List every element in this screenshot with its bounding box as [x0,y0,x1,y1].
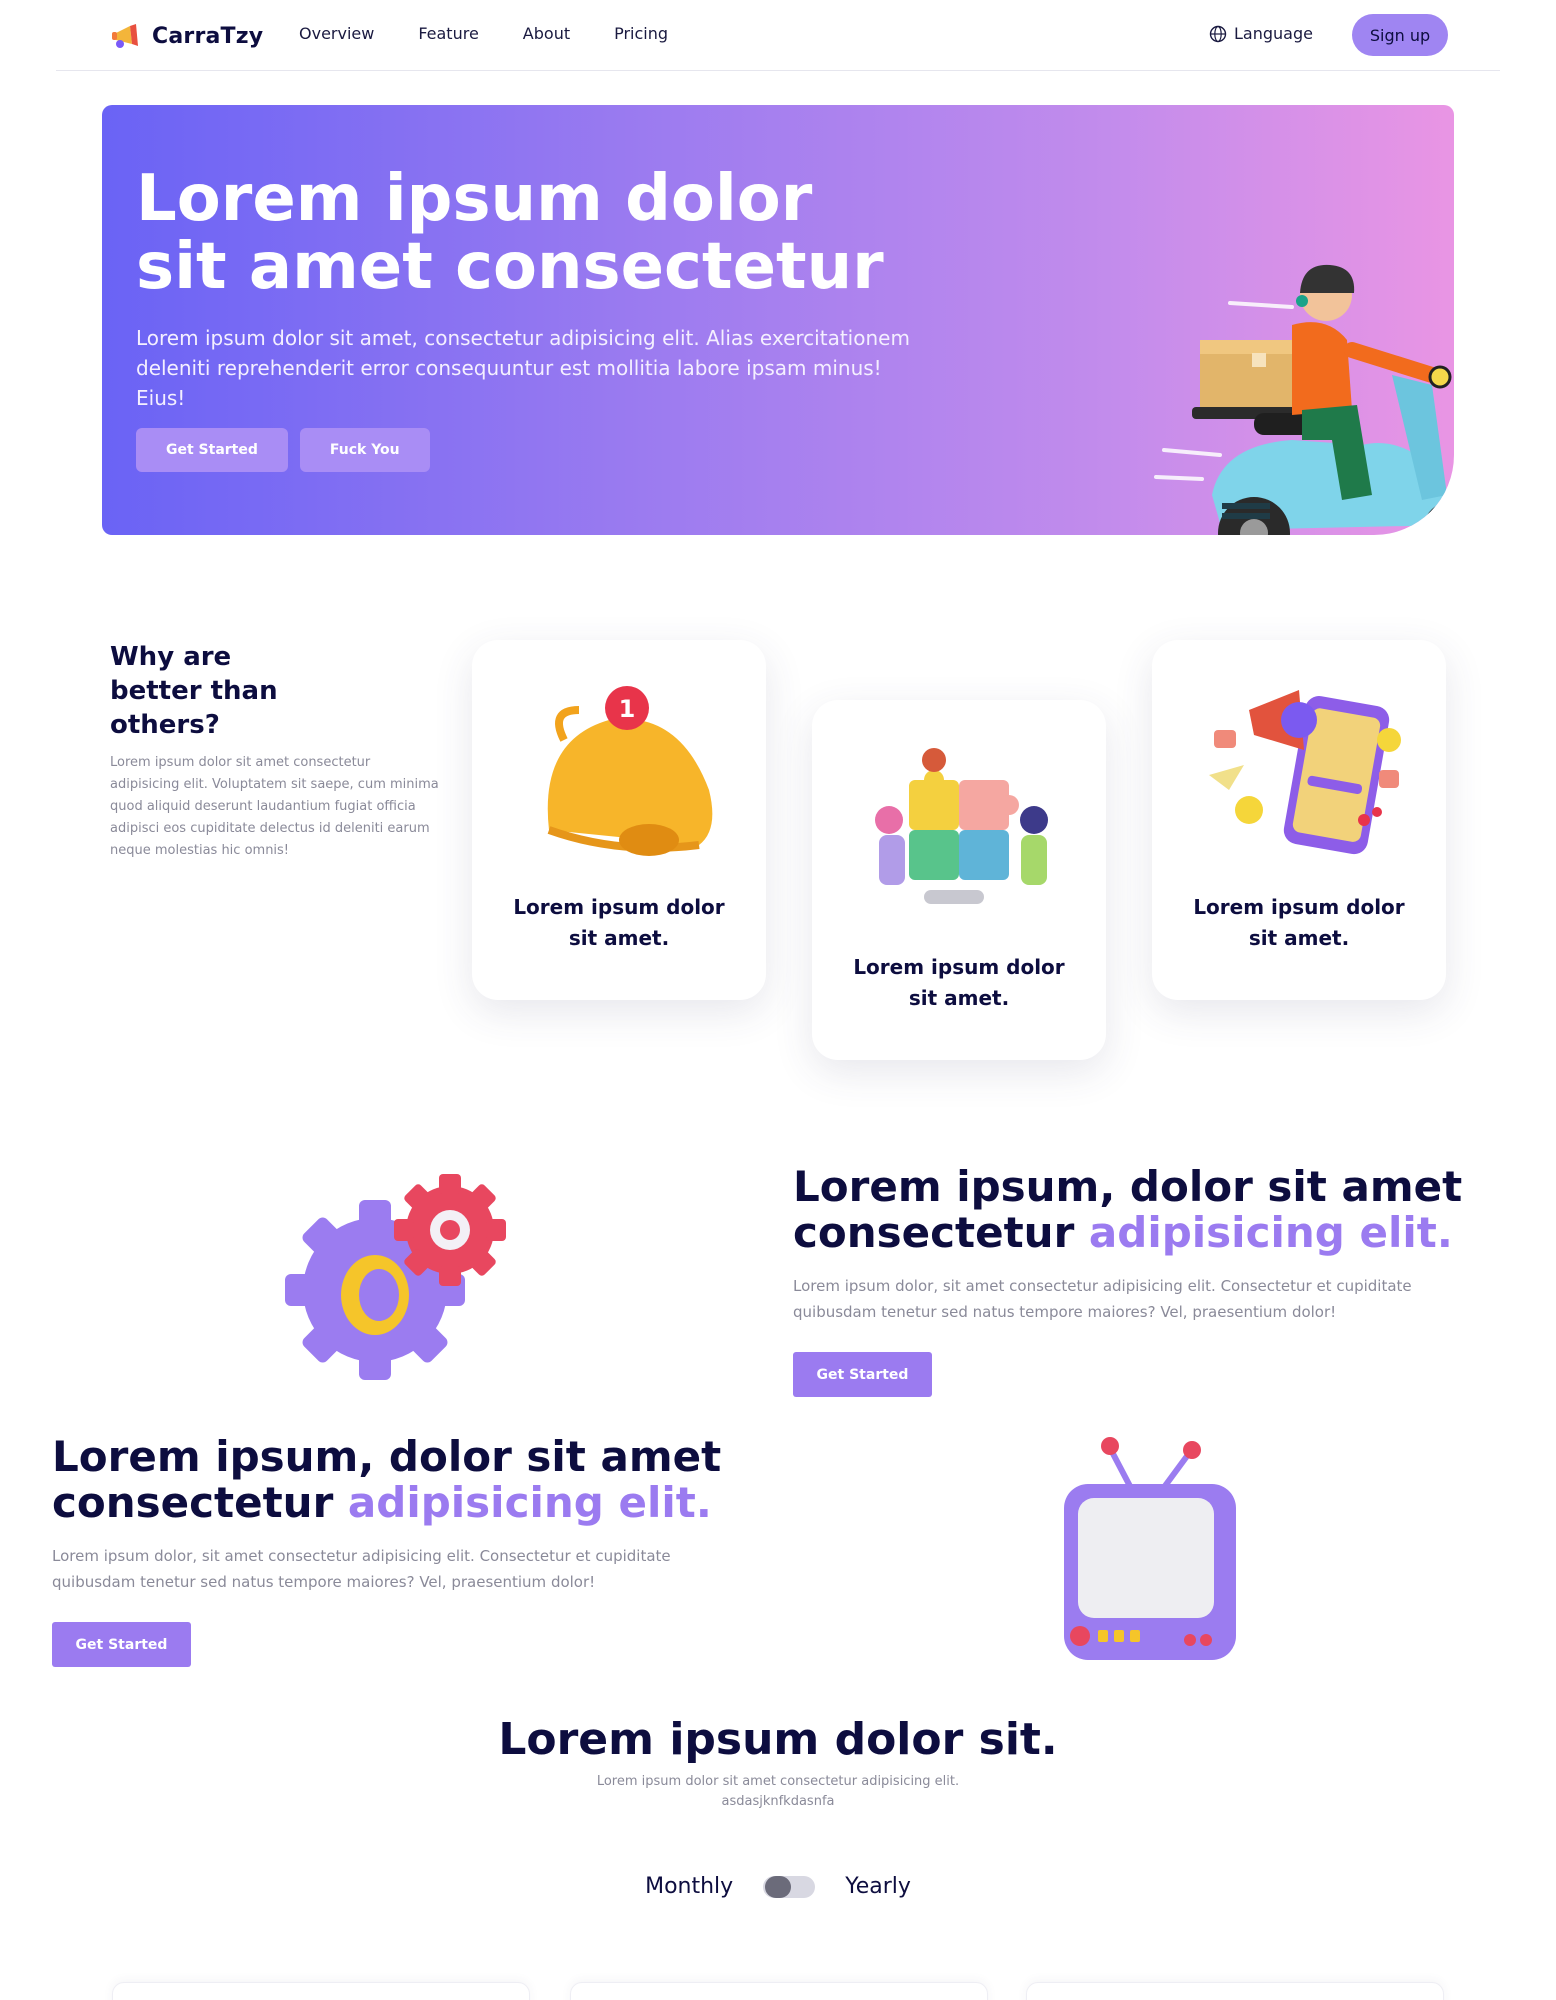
puzzle-team-icon [875,748,1048,904]
feature-description: Lorem ipsum dolor, sit amet consectetur … [793,1277,1412,1321]
card-label: Lorem ipsum dolor sit amet. [513,895,725,950]
pricing-card[interactable] [1026,1982,1444,2000]
feature-card[interactable]: Lorem ipsum dolor sit amet. [812,700,1106,1060]
billing-toggle[interactable] [763,1875,816,1898]
pricing-card[interactable] [570,1982,988,2000]
pricing-subtitle: Lorem ipsum dolor sit amet consectetur a… [0,1772,1556,1812]
feature-card[interactable]: Lorem ipsum dolor sit amet. [1152,640,1446,1000]
top-nav: CarraTzy Overview Feature About Pricing … [56,0,1500,71]
feature-title-accent: adipisicing elit. [1088,1208,1453,1257]
why-title: Why are better than others? [110,642,278,740]
brand-logo[interactable]: CarraTzy [108,16,263,56]
pricing-subtitle-line: Lorem ipsum dolor sit amet consectetur a… [596,1774,960,1789]
feature-description: Lorem ipsum dolor, sit amet consectetur … [52,1547,671,1591]
notification-badge: 1 [619,695,636,723]
secondary-hero-button[interactable]: Fuck You [299,428,430,472]
hero-subtitle: Lorem ipsum dolor sit amet, consectetur … [136,326,910,410]
delivery-scooter-illustration [1154,264,1454,535]
hero-banner: Lorem ipsum dolor sit amet consectetur L… [102,105,1454,535]
brand-name: CarraTzy [152,23,264,49]
get-started-button[interactable]: Get Started [136,428,288,472]
feature-card[interactable]: 1 Lorem ipsum dolor sit amet. [472,640,766,1000]
language-selector[interactable]: Language [1209,24,1313,43]
pricing-card[interactable] [112,1982,530,2000]
nav-links: Overview Feature About Pricing [299,24,668,43]
pricing-title: Lorem ipsum dolor sit. [498,1714,1058,1765]
why-description: Lorem ipsum dolor sit amet consectetur a… [110,755,439,858]
hero-title: Lorem ipsum dolor sit amet consectetur [136,162,884,304]
pricing-subtitle-line: asdasjknfkdasnfa [721,1794,835,1809]
toggle-knob[interactable] [765,1875,792,1898]
tv-icon [1064,1437,1236,1660]
feature-title: Lorem ipsum, dolor sit amet consectetur … [52,1434,752,1526]
get-started-button[interactable]: Get Started [793,1352,932,1397]
sign-up-button[interactable]: Sign up [1352,14,1448,56]
get-started-button[interactable]: Get Started [52,1622,191,1667]
nav-link-feature[interactable]: Feature [418,24,478,43]
nav-link-overview[interactable]: Overview [299,24,374,43]
yearly-label[interactable]: Yearly [845,1874,911,1899]
feature-title-accent: adipisicing elit. [347,1478,712,1527]
language-label: Language [1234,24,1313,43]
globe-icon [1209,25,1227,42]
nav-link-about[interactable]: About [523,24,570,43]
card-label: Lorem ipsum dolor sit amet. [1193,895,1405,950]
billing-toggle-row: Monthly Yearly [0,1874,1556,1899]
nav-link-pricing[interactable]: Pricing [614,24,668,43]
feature-title: Lorem ipsum, dolor sit amet consectetur … [793,1164,1493,1256]
phone-megaphone-icon [1209,690,1401,855]
monthly-label[interactable]: Monthly [645,1874,733,1899]
megaphone-logo-icon [112,24,138,48]
hero-buttons: Get Started Fuck You [136,428,430,472]
gears-icon [285,1174,506,1380]
card-label: Lorem ipsum dolor sit amet. [853,955,1065,1010]
bell-icon: 1 [547,686,713,856]
